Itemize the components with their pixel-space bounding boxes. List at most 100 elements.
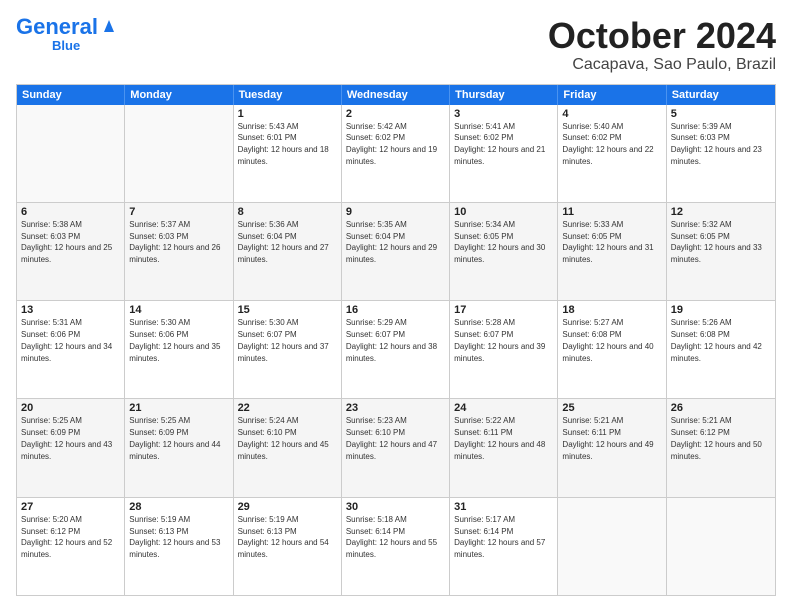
day-number: 24: [454, 402, 553, 414]
day-info: Sunrise: 5:43 AM Sunset: 6:01 PM Dayligh…: [238, 122, 329, 166]
cal-cell-19: 19Sunrise: 5:26 AM Sunset: 6:08 PM Dayli…: [667, 301, 775, 398]
calendar-body: 1Sunrise: 5:43 AM Sunset: 6:01 PM Daylig…: [17, 105, 775, 595]
day-info: Sunrise: 5:40 AM Sunset: 6:02 PM Dayligh…: [562, 122, 653, 166]
cal-cell-17: 17Sunrise: 5:28 AM Sunset: 6:07 PM Dayli…: [450, 301, 558, 398]
col-header-saturday: Saturday: [667, 85, 775, 105]
day-info: Sunrise: 5:17 AM Sunset: 6:14 PM Dayligh…: [454, 515, 545, 559]
day-number: 18: [562, 304, 661, 316]
day-info: Sunrise: 5:19 AM Sunset: 6:13 PM Dayligh…: [129, 515, 220, 559]
day-info: Sunrise: 5:31 AM Sunset: 6:06 PM Dayligh…: [21, 318, 112, 362]
day-info: Sunrise: 5:30 AM Sunset: 6:07 PM Dayligh…: [238, 318, 329, 362]
cal-cell-3: 3 Sunrise: 5:41 AM Sunset: 6:02 PM Daylig…: [450, 105, 558, 202]
calendar: SundayMondayTuesdayWednesdayThursdayFrid…: [16, 84, 776, 596]
header: General Blue October 2024 Cacapava, Sao …: [16, 16, 776, 74]
day-number: 11: [562, 206, 661, 218]
cal-row-1: 6 Sunrise: 5:38 AM Sunset: 6:03 PM Daylig…: [17, 203, 775, 301]
cal-cell-empty-0-0: [17, 105, 125, 202]
cal-cell-25: 25 Sunrise: 5:21 AM Sunset: 6:11 PM Dayli…: [558, 399, 666, 496]
day-info: Sunrise: 5:38 AM Sunset: 6:03 PM Dayligh…: [21, 220, 112, 264]
day-info: Sunrise: 5:21 AM Sunset: 6:11 PM Dayligh…: [562, 416, 653, 460]
cal-cell-13: 13 Sunrise: 5:31 AM Sunset: 6:06 PM Dayli…: [17, 301, 125, 398]
calendar-header: SundayMondayTuesdayWednesdayThursdayFrid…: [17, 85, 775, 105]
day-number: 10: [454, 206, 553, 218]
cal-cell-22: 22Sunrise: 5:24 AM Sunset: 6:10 PM Dayli…: [234, 399, 342, 496]
cal-cell-26: 26Sunrise: 5:21 AM Sunset: 6:12 PM Dayli…: [667, 399, 775, 496]
day-number: 30: [346, 501, 445, 513]
day-number: 2: [346, 108, 445, 120]
day-number: 3: [454, 108, 553, 120]
day-info: Sunrise: 5:35 AM Sunset: 6:04 PM Dayligh…: [346, 220, 437, 264]
cal-cell-24: 24 Sunrise: 5:22 AM Sunset: 6:11 PM Dayli…: [450, 399, 558, 496]
cal-cell-20: 20Sunrise: 5:25 AM Sunset: 6:09 PM Dayli…: [17, 399, 125, 496]
day-info: Sunrise: 5:30 AM Sunset: 6:06 PM Dayligh…: [129, 318, 220, 362]
day-number: 27: [21, 501, 120, 513]
day-number: 12: [671, 206, 771, 218]
day-number: 5: [671, 108, 771, 120]
day-info: Sunrise: 5:22 AM Sunset: 6:11 PM Dayligh…: [454, 416, 545, 460]
sub-title: Cacapava, Sao Paulo, Brazil: [548, 56, 776, 74]
day-number: 25: [562, 402, 661, 414]
day-number: 4: [562, 108, 661, 120]
cal-cell-10: 10 Sunrise: 5:34 AM Sunset: 6:05 PM Dayli…: [450, 203, 558, 300]
cal-cell-4: 4 Sunrise: 5:40 AM Sunset: 6:02 PM Daylig…: [558, 105, 666, 202]
day-info: Sunrise: 5:18 AM Sunset: 6:14 PM Dayligh…: [346, 515, 437, 559]
cal-cell-empty-4-6: [667, 498, 775, 595]
cal-cell-2: 2Sunrise: 5:42 AM Sunset: 6:02 PM Daylig…: [342, 105, 450, 202]
page: General Blue October 2024 Cacapava, Sao …: [0, 0, 792, 612]
day-info: Sunrise: 5:25 AM Sunset: 6:09 PM Dayligh…: [21, 416, 112, 460]
cal-cell-12: 12 Sunrise: 5:32 AM Sunset: 6:05 PM Dayli…: [667, 203, 775, 300]
main-title: October 2024: [548, 16, 776, 56]
day-number: 8: [238, 206, 337, 218]
day-info: Sunrise: 5:28 AM Sunset: 6:07 PM Dayligh…: [454, 318, 545, 362]
cal-cell-11: 11 Sunrise: 5:33 AM Sunset: 6:05 PM Dayli…: [558, 203, 666, 300]
cal-cell-1: 1Sunrise: 5:43 AM Sunset: 6:01 PM Daylig…: [234, 105, 342, 202]
day-info: Sunrise: 5:26 AM Sunset: 6:08 PM Dayligh…: [671, 318, 762, 362]
day-number: 29: [238, 501, 337, 513]
cal-cell-empty-4-5: [558, 498, 666, 595]
cal-cell-27: 27Sunrise: 5:20 AM Sunset: 6:12 PM Dayli…: [17, 498, 125, 595]
cal-cell-7: 7Sunrise: 5:37 AM Sunset: 6:03 PM Daylig…: [125, 203, 233, 300]
day-info: Sunrise: 5:27 AM Sunset: 6:08 PM Dayligh…: [562, 318, 653, 362]
day-number: 9: [346, 206, 445, 218]
logo-text-general: General: [16, 16, 98, 38]
cal-row-2: 13 Sunrise: 5:31 AM Sunset: 6:06 PM Dayli…: [17, 301, 775, 399]
logo-icon: [100, 16, 118, 34]
cal-cell-8: 8 Sunrise: 5:36 AM Sunset: 6:04 PM Daylig…: [234, 203, 342, 300]
cal-row-4: 27Sunrise: 5:20 AM Sunset: 6:12 PM Dayli…: [17, 498, 775, 595]
cal-cell-29: 29 Sunrise: 5:19 AM Sunset: 6:13 PM Dayli…: [234, 498, 342, 595]
day-number: 15: [238, 304, 337, 316]
col-header-sunday: Sunday: [17, 85, 125, 105]
cal-cell-31: 31Sunrise: 5:17 AM Sunset: 6:14 PM Dayli…: [450, 498, 558, 595]
cal-cell-5: 5 Sunrise: 5:39 AM Sunset: 6:03 PM Daylig…: [667, 105, 775, 202]
day-info: Sunrise: 5:29 AM Sunset: 6:07 PM Dayligh…: [346, 318, 437, 362]
day-number: 6: [21, 206, 120, 218]
day-number: 28: [129, 501, 228, 513]
col-header-tuesday: Tuesday: [234, 85, 342, 105]
day-info: Sunrise: 5:39 AM Sunset: 6:03 PM Dayligh…: [671, 122, 762, 166]
day-info: Sunrise: 5:41 AM Sunset: 6:02 PM Dayligh…: [454, 122, 545, 166]
cal-cell-14: 14Sunrise: 5:30 AM Sunset: 6:06 PM Dayli…: [125, 301, 233, 398]
day-info: Sunrise: 5:24 AM Sunset: 6:10 PM Dayligh…: [238, 416, 329, 460]
day-number: 16: [346, 304, 445, 316]
title-block: October 2024 Cacapava, Sao Paulo, Brazil: [548, 16, 776, 74]
cal-cell-30: 30 Sunrise: 5:18 AM Sunset: 6:14 PM Dayli…: [342, 498, 450, 595]
col-header-thursday: Thursday: [450, 85, 558, 105]
cal-cell-21: 21Sunrise: 5:25 AM Sunset: 6:09 PM Dayli…: [125, 399, 233, 496]
day-info: Sunrise: 5:19 AM Sunset: 6:13 PM Dayligh…: [238, 515, 329, 559]
day-info: Sunrise: 5:32 AM Sunset: 6:05 PM Dayligh…: [671, 220, 762, 264]
cal-row-3: 20Sunrise: 5:25 AM Sunset: 6:09 PM Dayli…: [17, 399, 775, 497]
cal-cell-16: 16 Sunrise: 5:29 AM Sunset: 6:07 PM Dayli…: [342, 301, 450, 398]
cal-cell-6: 6 Sunrise: 5:38 AM Sunset: 6:03 PM Daylig…: [17, 203, 125, 300]
day-info: Sunrise: 5:34 AM Sunset: 6:05 PM Dayligh…: [454, 220, 545, 264]
cal-cell-28: 28 Sunrise: 5:19 AM Sunset: 6:13 PM Dayli…: [125, 498, 233, 595]
col-header-friday: Friday: [558, 85, 666, 105]
day-info: Sunrise: 5:37 AM Sunset: 6:03 PM Dayligh…: [129, 220, 220, 264]
cal-cell-15: 15 Sunrise: 5:30 AM Sunset: 6:07 PM Dayli…: [234, 301, 342, 398]
cal-row-0: 1Sunrise: 5:43 AM Sunset: 6:01 PM Daylig…: [17, 105, 775, 203]
day-info: Sunrise: 5:36 AM Sunset: 6:04 PM Dayligh…: [238, 220, 329, 264]
day-number: 26: [671, 402, 771, 414]
logo-text-blue: Blue: [52, 38, 80, 53]
day-number: 13: [21, 304, 120, 316]
cal-cell-23: 23Sunrise: 5:23 AM Sunset: 6:10 PM Dayli…: [342, 399, 450, 496]
day-info: Sunrise: 5:33 AM Sunset: 6:05 PM Dayligh…: [562, 220, 653, 264]
